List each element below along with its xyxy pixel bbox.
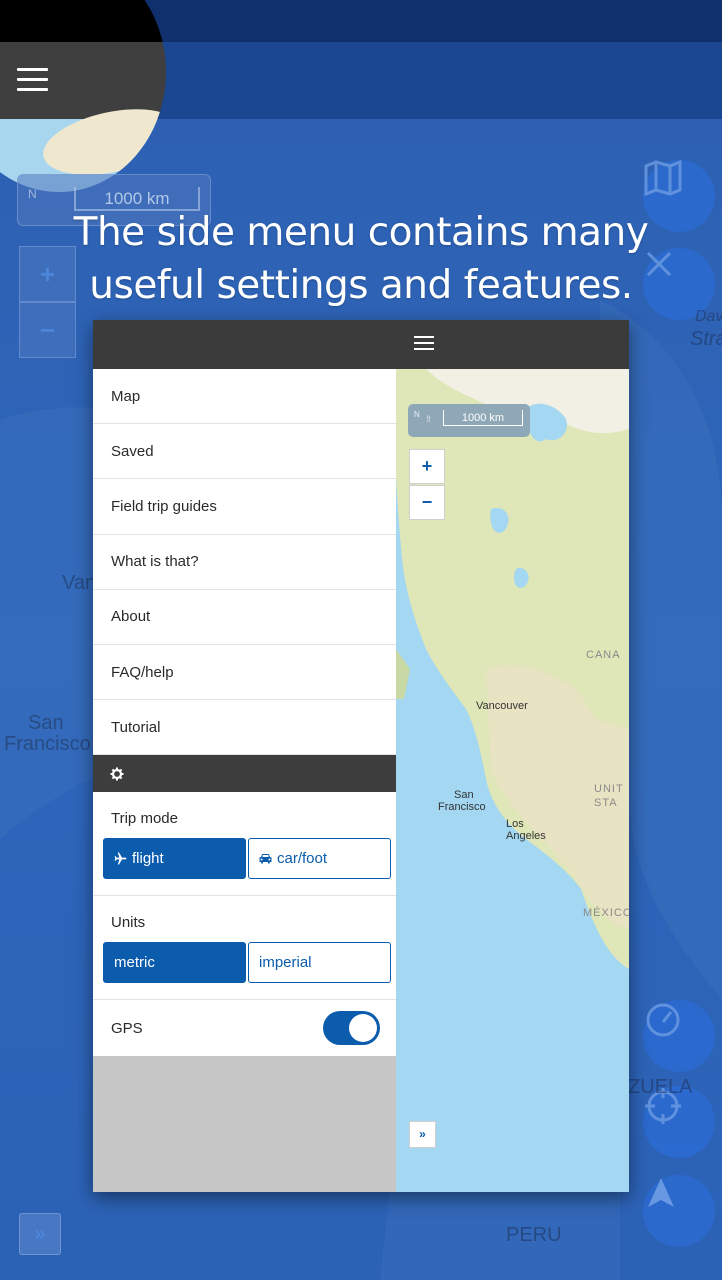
car-icon — [259, 853, 272, 864]
tutorial-headline: The side menu contains many useful setti… — [0, 206, 722, 312]
country-label-canada: CANA — [586, 649, 621, 661]
city-label-vancouver: Vancouver — [476, 700, 528, 712]
country-label-united: UNIT — [594, 783, 624, 795]
menu-item-faq-help[interactable]: FAQ/help — [93, 644, 396, 701]
bg-label-zuela: ZUELA — [628, 1076, 693, 1098]
trip-mode-selector: flight car/foot — [93, 838, 396, 895]
settings-header — [93, 755, 396, 793]
navigation-button[interactable] — [643, 1175, 715, 1247]
bg-label-peru: PERU — [506, 1224, 562, 1246]
city-label-francisco: Francisco — [438, 801, 486, 813]
units-title: Units — [111, 914, 146, 932]
units-setting: Units metric imperial — [93, 896, 396, 1001]
menu-item-what-is-that[interactable]: What is that? — [93, 534, 396, 590]
bg-label-van: Van — [62, 572, 97, 594]
menu-item-map[interactable]: Map — [93, 369, 396, 425]
gps-label: GPS — [111, 1019, 143, 1037]
gps-setting: GPS — [93, 1000, 396, 1057]
bg-label-san: San — [28, 712, 64, 734]
menu-item-about[interactable]: About — [93, 589, 396, 645]
gear-icon — [110, 767, 124, 781]
mini-map[interactable]: N ⇧ 1000 km + − CANA UNIT STA MÉXICO Van… — [396, 369, 629, 1192]
menu-icon[interactable] — [17, 68, 48, 92]
speedometer-button[interactable] — [643, 1000, 715, 1072]
side-menu: Map Saved Field trip guides What is that… — [93, 369, 396, 1192]
units-imperial-button[interactable]: imperial — [248, 942, 391, 984]
city-label-los: Los — [506, 818, 524, 830]
city-label-angeles: Angeles — [506, 830, 546, 842]
gps-toggle-knob — [349, 1014, 377, 1043]
mock-menu-icon[interactable] — [414, 336, 434, 352]
map-icon — [644, 160, 682, 196]
mock-app-bar — [93, 320, 629, 369]
mini-north-indicator: N — [414, 410, 420, 419]
spotlight-highlight — [0, 0, 166, 192]
menu-item-tutorial[interactable]: Tutorial — [93, 700, 396, 756]
menu-item-saved[interactable]: Saved — [93, 424, 396, 480]
navigation-arrow-icon — [648, 1178, 674, 1207]
mini-scale-label: 1000 km — [443, 410, 523, 426]
country-label-mexico: MÉXICO — [583, 907, 629, 919]
units-metric-button[interactable]: metric — [103, 942, 246, 984]
bg-label-strait: Strai — [690, 328, 722, 350]
speedometer-icon — [646, 1003, 680, 1037]
country-label-states: STA — [594, 797, 618, 809]
airplane-icon — [114, 852, 127, 865]
mini-zoom-in-button[interactable]: + — [409, 449, 445, 484]
trip-mode-flight-label: flight — [132, 850, 164, 868]
north-indicator: N — [28, 187, 37, 201]
mini-zoom-out-button[interactable]: − — [409, 485, 445, 520]
trip-mode-flight-button[interactable]: flight — [103, 838, 246, 880]
trip-mode-car-foot-label: car/foot — [277, 850, 328, 868]
menu-item-field-trip-guides[interactable]: Field trip guides — [93, 479, 396, 535]
trip-mode-title: Trip mode — [111, 810, 178, 828]
bg-label-francisco: Francisco — [4, 733, 91, 755]
north-arrow-icon: ⇧ — [425, 414, 433, 424]
city-label-san: San — [454, 789, 474, 801]
gps-toggle[interactable] — [323, 1011, 380, 1046]
trip-mode-car-foot-button[interactable]: car/foot — [248, 838, 391, 880]
background-expand-button[interactable]: » — [19, 1213, 61, 1255]
mini-expand-button[interactable]: » — [409, 1121, 436, 1148]
mini-map-scale-bar: N ⇧ 1000 km — [408, 404, 530, 437]
units-selector: metric imperial — [93, 942, 396, 999]
headline-line-1: The side menu contains many — [73, 210, 649, 255]
headline-line-2: useful settings and features. — [89, 263, 633, 308]
side-menu-screenshot: Map Saved Field trip guides What is that… — [93, 320, 629, 1192]
trip-mode-setting: Trip mode flight car/foot — [93, 792, 396, 897]
